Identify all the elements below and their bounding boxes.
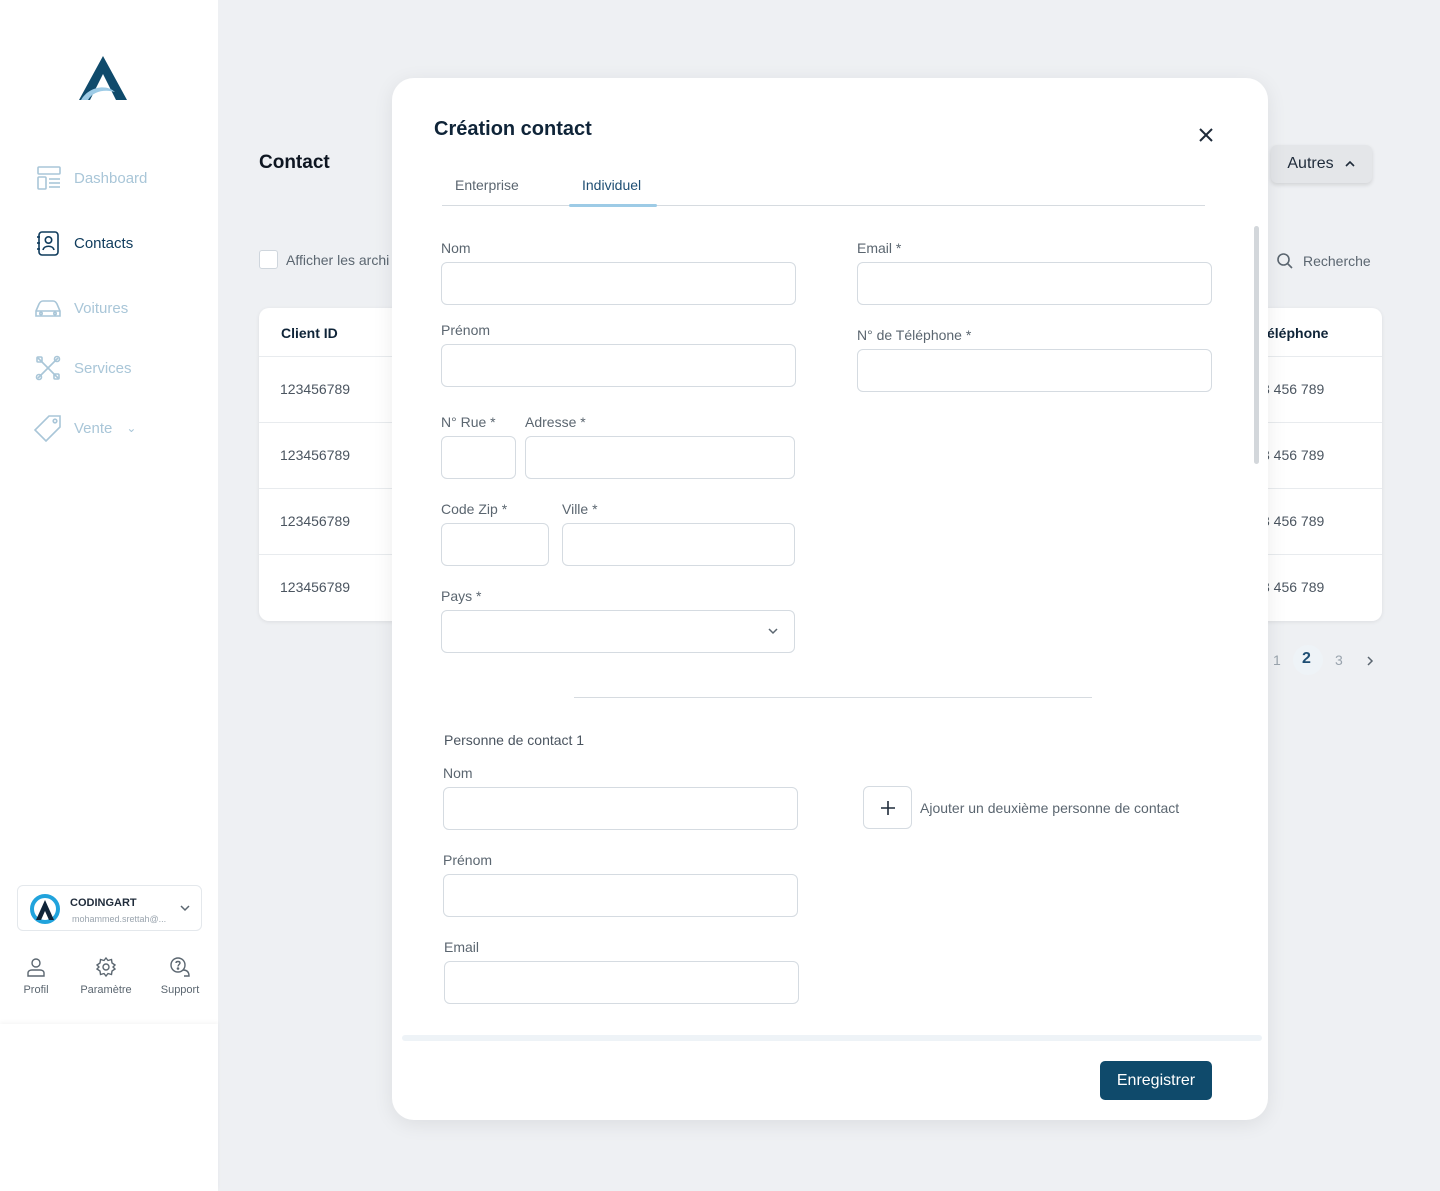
page-title: Contact: [259, 152, 330, 173]
phone-input[interactable]: [857, 349, 1212, 392]
phone-cell: 3 456 789: [1262, 579, 1325, 595]
plus-icon: [880, 800, 895, 815]
tab-individual[interactable]: Individuel: [582, 177, 641, 193]
modal-scrollbar[interactable]: [1254, 226, 1259, 464]
others-button-label: Autres: [1287, 155, 1334, 172]
country-label: Pays *: [441, 588, 482, 604]
zip-label: Code Zip *: [441, 501, 508, 517]
user-icon: [27, 958, 45, 977]
tabs-divider: [442, 205, 1205, 206]
account-name: CODINGART: [70, 897, 137, 909]
phone-cell: 3 456 789: [1262, 513, 1325, 529]
contact-email-label: Email: [444, 939, 480, 955]
account-switcher[interactable]: CODINGART mohammed.srettah@...: [17, 885, 202, 931]
tag-icon: [34, 415, 61, 442]
show-archived-label: Afficher les archi: [286, 251, 390, 268]
contact-prenom-input[interactable]: [443, 874, 798, 917]
client-id-cell: 123456789: [280, 447, 351, 463]
country-select[interactable]: [441, 610, 795, 653]
address-input[interactable]: [525, 436, 795, 479]
add-contact-person-button[interactable]: [863, 786, 912, 829]
car-icon: [35, 300, 61, 317]
column-header-phone[interactable]: éléphone: [1267, 325, 1328, 341]
street-number-label: N° Rue *: [441, 414, 496, 430]
gear-icon: [95, 956, 117, 978]
client-id-cell: 123456789: [280, 381, 351, 397]
active-tab-indicator: [569, 204, 657, 207]
client-id-cell: 123456789: [280, 579, 351, 595]
chevron-down-icon: ⌄: [126, 421, 137, 435]
support-icon: [170, 957, 190, 977]
column-header-client-id[interactable]: Client ID: [281, 325, 338, 341]
save-button[interactable]: Enregistrer: [1100, 1061, 1212, 1100]
search-icon: [1277, 253, 1293, 269]
support-link[interactable]: Support: [150, 956, 210, 996]
dashboard-icon: [37, 166, 61, 190]
modal-title: Création contact: [434, 118, 592, 140]
contact-person-title: Personne de contact 1: [444, 732, 585, 748]
chevron-down-icon: [180, 905, 190, 912]
profile-link[interactable]: Profil: [6, 956, 66, 996]
sidebar-item-services[interactable]: Services: [34, 354, 132, 382]
page-link-1[interactable]: 1: [1273, 652, 1281, 668]
sidebar-item-dashboard[interactable]: Dashboard: [34, 164, 147, 192]
prenom-label: Prénom: [441, 322, 491, 338]
city-input[interactable]: [562, 523, 795, 566]
client-id-cell: 123456789: [280, 513, 351, 529]
account-email: mohammed.srettah@...: [72, 914, 167, 924]
page-link-3[interactable]: 3: [1335, 652, 1343, 668]
contact-nom-label: Nom: [443, 765, 473, 781]
contact-prenom-label: Prénom: [443, 852, 493, 868]
show-archived-checkbox[interactable]: [259, 250, 278, 269]
sidebar-item-voitures[interactable]: Voitures: [34, 294, 128, 322]
phone-cell: 3 456 789: [1262, 447, 1325, 463]
zip-input[interactable]: [441, 523, 549, 566]
contact-email-input[interactable]: [444, 961, 799, 1004]
settings-link[interactable]: Paramètre: [76, 956, 136, 996]
sidebar-item-vente[interactable]: Vente ⌄: [34, 414, 136, 442]
create-contact-modal: Création contact Enterprise Individuel N…: [392, 78, 1268, 1120]
sidebar-footer: [0, 1024, 218, 1191]
sidebar-item-label: Voitures: [74, 299, 129, 317]
contacts-icon: [37, 231, 59, 256]
sidebar-item-contacts[interactable]: Contacts: [34, 229, 133, 257]
sidebar-item-label: Services: [74, 359, 132, 377]
page-link-2[interactable]: 2: [1302, 650, 1311, 668]
tab-enterprise[interactable]: Enterprise: [455, 177, 519, 193]
company-logo: [30, 894, 60, 924]
search-field[interactable]: Recherche: [1276, 252, 1371, 270]
phone-label: N° de Téléphone *: [857, 327, 972, 343]
phone-cell: 3 456 789: [1262, 381, 1325, 397]
show-archived-toggle[interactable]: Afficher les archi: [259, 250, 389, 269]
email-label: Email *: [857, 240, 902, 256]
city-label: Ville *: [562, 501, 598, 517]
chevron-up-icon: [1345, 160, 1355, 167]
address-label: Adresse *: [525, 414, 586, 430]
section-divider: [574, 697, 1092, 698]
street-number-input[interactable]: [441, 436, 516, 479]
profile-label: Profil: [23, 984, 49, 996]
tools-icon: [35, 355, 61, 381]
settings-label: Paramètre: [80, 984, 132, 996]
chevron-right-icon[interactable]: [1364, 655, 1376, 667]
others-button[interactable]: Autres: [1271, 145, 1372, 183]
sidebar-item-label: Contacts: [74, 234, 134, 252]
contact-nom-input[interactable]: [443, 787, 798, 830]
sidebar-item-label: Dashboard: [74, 169, 148, 187]
support-label: Support: [160, 984, 200, 996]
sidebar: Dashboard Contacts Voitures Services Ven…: [0, 0, 218, 1191]
nom-input[interactable]: [441, 262, 796, 305]
app-logo[interactable]: [79, 56, 127, 100]
footer-divider: [402, 1035, 1262, 1041]
add-contact-person-label: Ajouter un deuxième personne de contact: [920, 800, 1180, 816]
nom-label: Nom: [441, 240, 471, 256]
search-placeholder: Recherche: [1303, 253, 1371, 269]
prenom-input[interactable]: [441, 344, 796, 387]
sidebar-item-label: Vente: [74, 419, 113, 437]
close-icon[interactable]: [1196, 125, 1216, 145]
email-input[interactable]: [857, 262, 1212, 305]
